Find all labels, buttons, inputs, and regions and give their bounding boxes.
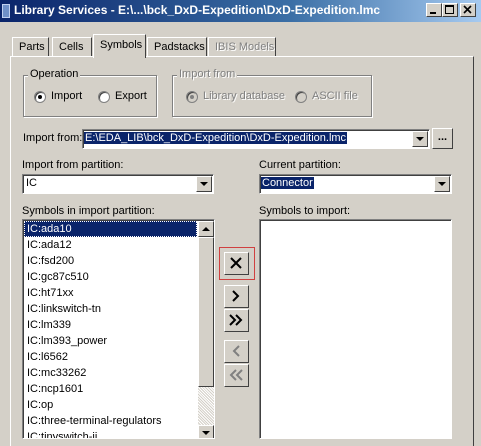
delete-symbol-button[interactable]	[224, 252, 249, 275]
list-item[interactable]: IC:tinyswitch-ii	[24, 429, 197, 438]
list-item[interactable]: IC:lm393_power	[24, 333, 197, 349]
window-title: Library Services - E:\...\bck_DxD-Expedi…	[14, 3, 381, 17]
library-database-radio	[186, 91, 198, 103]
list-item[interactable]: IC:linkswitch-tn	[24, 301, 197, 317]
tab-cells[interactable]: Cells	[52, 37, 92, 56]
current-partition-value: Connector	[261, 177, 314, 189]
list-item[interactable]: IC:fsd200	[24, 253, 197, 269]
scroll-thumb[interactable]	[198, 237, 214, 387]
import-partition-dropdown-button[interactable]	[196, 176, 212, 192]
current-partition-select[interactable]: Connector	[259, 174, 452, 194]
tab-label: Symbols	[100, 39, 143, 51]
library-database-radio-label: Library database	[203, 90, 285, 102]
maximize-icon	[445, 5, 454, 14]
double-chevron-left-icon	[229, 369, 243, 381]
add-all-symbols-button[interactable]	[224, 309, 249, 332]
arrow-down-icon	[202, 431, 210, 435]
close-button[interactable]	[460, 3, 476, 17]
list-item[interactable]: IC:gc87c510	[24, 269, 197, 285]
list-item[interactable]: IC:ada12	[24, 237, 197, 253]
list-item[interactable]: IC:three-terminal-regulators	[24, 413, 197, 429]
import-radio[interactable]	[34, 91, 46, 103]
symbols-in-import-label: Symbols in import partition:	[22, 205, 155, 217]
chevron-down-icon	[200, 182, 208, 186]
import-partition-label: Import from partition:	[22, 159, 124, 171]
remove-all-symbols-button	[224, 364, 249, 387]
export-radio-label: Export	[115, 90, 147, 102]
minimize-button[interactable]	[426, 3, 442, 17]
tab-parts[interactable]: Parts	[12, 37, 49, 56]
current-partition-label: Current partition:	[259, 159, 341, 171]
tab-label: Padstacks	[154, 41, 205, 53]
ascii-file-radio-label: ASCII file	[312, 90, 358, 102]
operation-group-label: Operation	[28, 68, 81, 80]
chevron-left-icon	[232, 345, 240, 357]
import-from-combobox[interactable]: E:\EDA_LIB\bck_DxD-Expedition\DxD-Expedi…	[82, 129, 430, 149]
list-item[interactable]: IC:ncp1601	[24, 381, 197, 397]
close-icon	[463, 5, 472, 14]
ascii-file-radio	[295, 91, 307, 103]
scroll-down-button[interactable]	[198, 425, 214, 438]
chevron-down-icon	[438, 182, 446, 186]
maximize-button[interactable]	[442, 3, 458, 17]
import-from-group-label: Import from	[177, 68, 238, 80]
import-from-value: E:\EDA_LIB\bck_DxD-Expedition\DxD-Expedi…	[84, 132, 348, 144]
symbols-to-import-list[interactable]	[259, 219, 452, 439]
arrow-up-icon	[202, 227, 210, 231]
list-item[interactable]: IC:op	[24, 397, 197, 413]
tab-label: Parts	[19, 41, 45, 53]
symbols-to-import-label: Symbols to import:	[259, 205, 351, 217]
vertical-scrollbar[interactable]	[198, 221, 214, 438]
import-partition-select[interactable]: IC	[22, 174, 214, 194]
chevron-right-icon	[232, 290, 240, 302]
export-radio[interactable]	[98, 91, 110, 103]
add-symbol-button[interactable]	[224, 285, 249, 308]
import-from-label: Import from:	[23, 132, 83, 144]
symbols-in-import-list[interactable]: IC:ada10 IC:ada12 IC:fsd200 IC:gc87c510 IC:h…	[22, 219, 215, 439]
x-icon	[230, 257, 242, 269]
current-partition-dropdown-button[interactable]	[434, 176, 450, 192]
import-partition-value: IC	[26, 177, 37, 189]
tab-padstacks[interactable]: Padstacks	[147, 37, 207, 56]
tab-label: IBIS Models	[215, 41, 275, 53]
scroll-up-button[interactable]	[198, 221, 214, 237]
chevron-down-icon	[416, 137, 424, 141]
app-icon	[2, 4, 10, 18]
remove-symbol-button	[224, 340, 249, 363]
import-from-dropdown-button[interactable]	[412, 131, 428, 147]
list-item[interactable]: IC:mc33262	[24, 365, 197, 381]
list-item[interactable]: IC:lm339	[24, 317, 197, 333]
tab-symbols[interactable]: Symbols	[93, 34, 146, 58]
list-item[interactable]: IC:ada10	[24, 221, 197, 237]
import-radio-label: Import	[51, 90, 83, 102]
minimize-icon	[430, 12, 436, 14]
browse-button[interactable]: ...	[432, 128, 453, 149]
tab-label: Cells	[59, 41, 84, 53]
list-item[interactable]: IC:ht71xx	[24, 285, 197, 301]
tab-ibis-models: IBIS Models	[208, 37, 276, 56]
title-bar[interactable]: Library Services - E:\...\bck_DxD-Expedi…	[0, 0, 481, 22]
double-chevron-right-icon	[229, 314, 243, 326]
list-item[interactable]: IC:l6562	[24, 349, 197, 365]
